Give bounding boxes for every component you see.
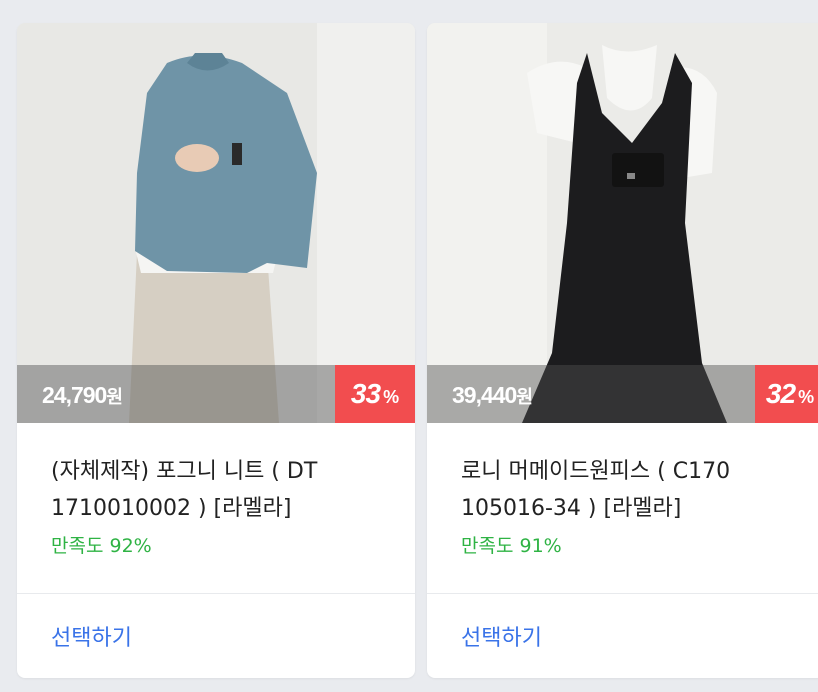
price: 24,790원 [42, 382, 123, 408]
product-title[interactable]: (자체제작) 포그니 니트 ( DT 1710010002 ) [라멜라] [51, 453, 391, 527]
select-button[interactable]: 선택하기 [51, 620, 132, 652]
divider [427, 593, 818, 594]
price: 39,440원 [452, 382, 533, 408]
product-image[interactable]: 24,790원 33% [17, 23, 415, 423]
select-button[interactable]: 선택하기 [461, 620, 542, 652]
product-card[interactable]: 39,440원 32% 로니 머메이드원피스 ( C170 105016-34 … [427, 23, 818, 678]
product-grid: 24,790원 33% (자체제작) 포그니 니트 ( DT 171001000… [0, 0, 818, 692]
satisfaction-rating: 만족도 92% [51, 535, 152, 557]
product-card[interactable]: 24,790원 33% (자체제작) 포그니 니트 ( DT 171001000… [17, 23, 415, 678]
divider [17, 593, 415, 594]
discount-badge: 32% [755, 365, 818, 423]
product-title[interactable]: 로니 머메이드원피스 ( C170 105016-34 ) [라멜라] [461, 453, 801, 527]
discount-badge: 33% [335, 365, 415, 423]
product-image[interactable]: 39,440원 32% [427, 23, 818, 423]
satisfaction-rating: 만족도 91% [461, 535, 562, 557]
